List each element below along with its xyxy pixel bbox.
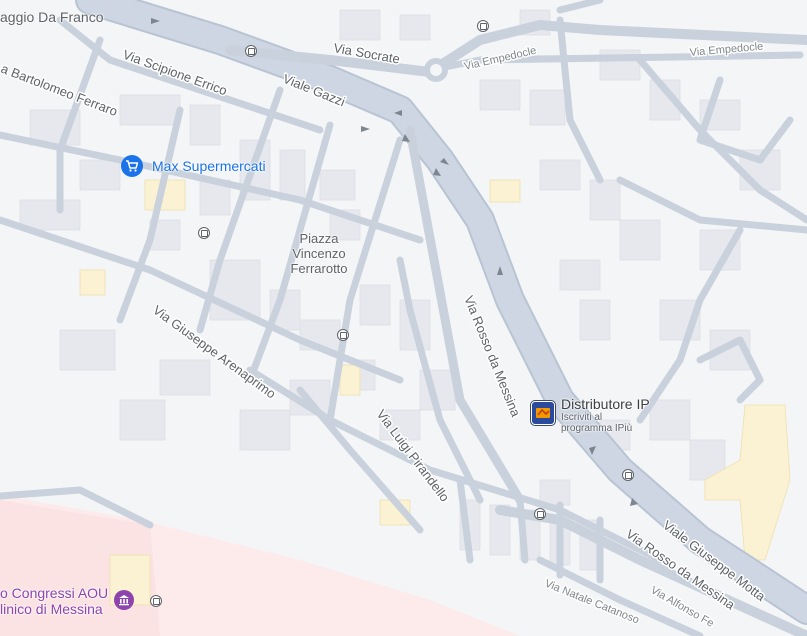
congressi-marker[interactable] xyxy=(114,590,134,610)
fuel-station-icon xyxy=(536,408,550,418)
place-label-top-left: aggio Da Franco xyxy=(0,9,104,25)
distributore-ip-label[interactable]: Distributore IP xyxy=(561,396,650,412)
max-supermercati-label[interactable]: Max Supermercati xyxy=(152,158,266,174)
bus-stop-icon[interactable] xyxy=(534,508,546,520)
bus-stop-icon[interactable] xyxy=(622,469,634,481)
bus-stop-icon[interactable] xyxy=(150,595,162,607)
map-base-layer: Via Socrate Via Empedocle Via Empedocle … xyxy=(0,0,807,636)
shopping-cart-icon xyxy=(126,160,139,172)
bus-stop-icon[interactable] xyxy=(198,227,210,239)
museum-icon xyxy=(119,595,129,606)
roundabout xyxy=(424,58,448,82)
place-label-piazza[interactable]: Piazza Vincenzo Ferrarotto xyxy=(280,231,358,276)
map-canvas[interactable]: Via Socrate Via Empedocle Via Empedocle … xyxy=(0,0,807,636)
congressi-label[interactable]: o Congressi AOU linico di Messina xyxy=(0,585,108,617)
bus-stop-icon[interactable] xyxy=(337,329,349,341)
max-supermercati-marker[interactable] xyxy=(121,155,143,177)
bus-stop-icon[interactable] xyxy=(477,20,489,32)
distributore-ip-subtitle: Iscriviti al programma IPiù xyxy=(561,412,633,434)
distributore-ip-marker[interactable] xyxy=(531,401,555,425)
bus-stop-icon[interactable] xyxy=(245,45,257,57)
